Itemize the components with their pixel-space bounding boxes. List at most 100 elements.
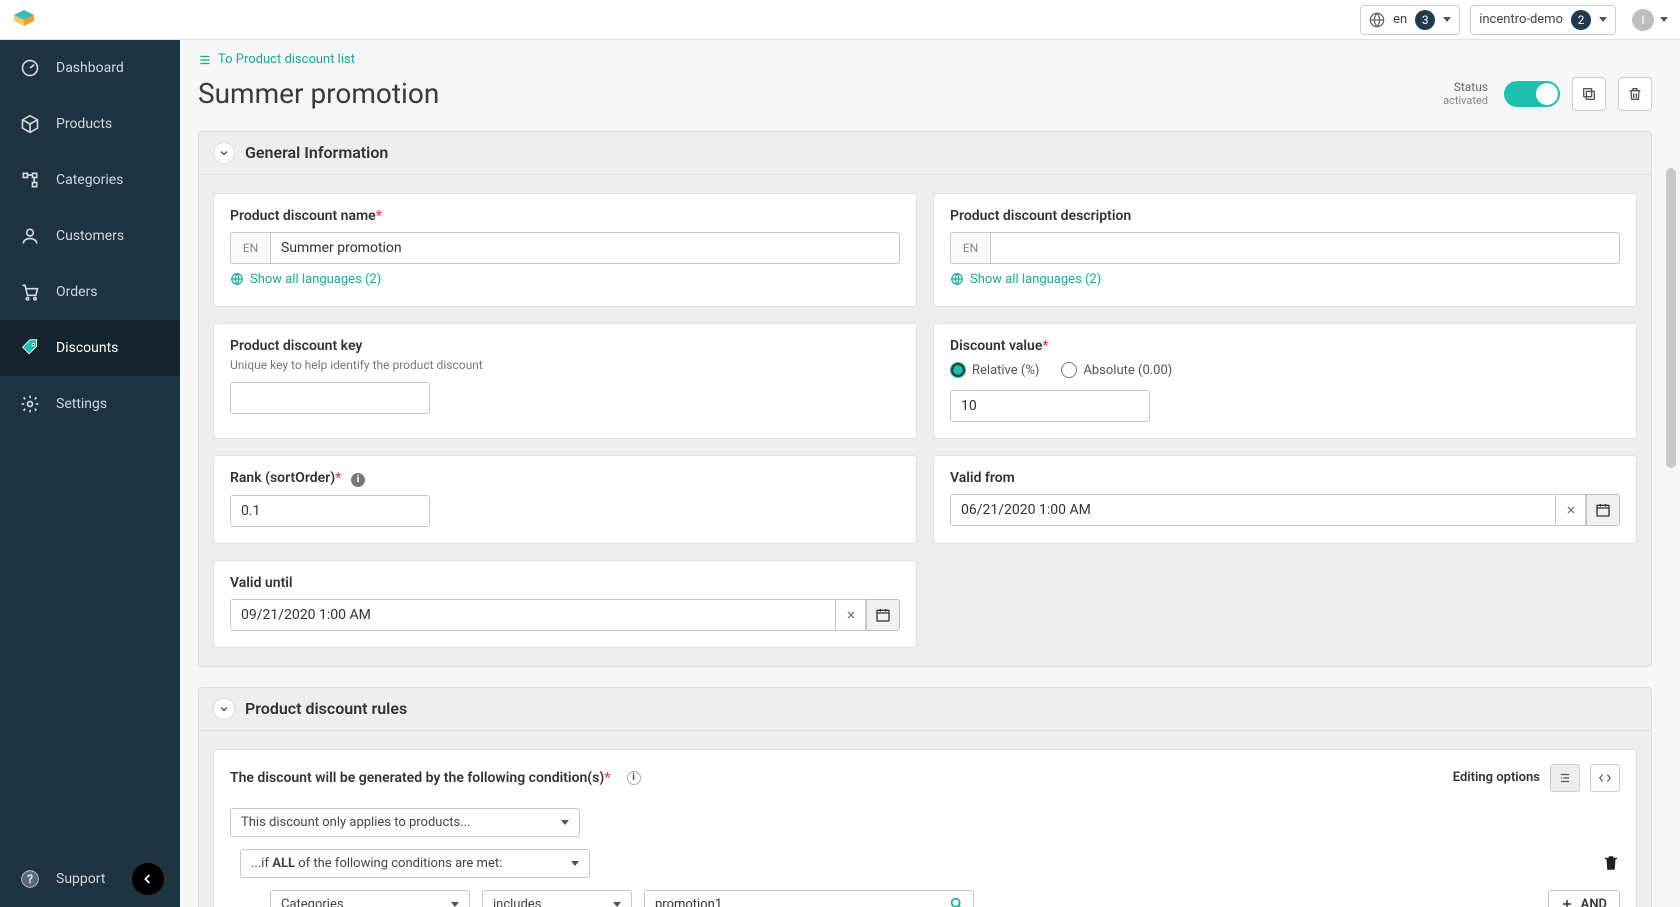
absolute-radio-input[interactable]: [1061, 362, 1077, 378]
question-icon: ?: [20, 869, 40, 889]
field-label: Discount value*: [950, 338, 1620, 354]
chevron-down-icon: [213, 142, 235, 164]
panel-header-general[interactable]: General Information: [199, 132, 1651, 175]
calendar-button[interactable]: [1586, 494, 1620, 526]
breadcrumb-back-link[interactable]: To Product discount list: [198, 52, 355, 67]
sidebar-label: Products: [56, 116, 112, 132]
field-label: Product discount name*: [230, 208, 900, 224]
radio-label: Absolute (0.00): [1083, 363, 1172, 378]
language-label: en: [1393, 12, 1407, 27]
editing-mode-code[interactable]: [1590, 764, 1620, 792]
discount-name-card: Product discount name* EN Show all langu…: [213, 193, 917, 308]
caret-down-icon: [1443, 17, 1451, 22]
sidebar-label: Discounts: [56, 340, 118, 356]
if-suffix: of the following conditions are met:: [295, 856, 502, 871]
relative-radio[interactable]: Relative (%): [950, 362, 1039, 378]
globe-icon: [1369, 12, 1385, 28]
info-icon[interactable]: i: [351, 473, 365, 487]
match-mode-select[interactable]: ...if ALL of the following conditions ar…: [240, 849, 590, 878]
discount-name-input[interactable]: [270, 232, 900, 264]
delete-button[interactable]: [1618, 77, 1652, 111]
rules-intro-label: The discount will be generated by the fo…: [230, 770, 604, 786]
scrollbar-thumb[interactable]: [1666, 168, 1676, 468]
rank-input[interactable]: [230, 495, 430, 527]
language-switcher[interactable]: en 3: [1360, 5, 1460, 35]
general-information-panel: General Information Product discount nam…: [198, 131, 1652, 667]
sidebar-item-products[interactable]: Products: [0, 96, 180, 152]
project-label: incentro-demo: [1479, 12, 1563, 27]
condition-operator-select[interactable]: includes: [482, 890, 632, 907]
add-and-condition-button[interactable]: AND: [1548, 890, 1620, 907]
show-all-languages-link[interactable]: Show all languages (2): [950, 272, 1101, 287]
caret-down-icon[interactable]: [1660, 17, 1668, 22]
applies-to-select[interactable]: This discount only applies to products..…: [230, 808, 580, 837]
svg-text:?: ?: [27, 872, 33, 886]
panel-header-rules[interactable]: Product discount rules: [199, 688, 1651, 731]
tag-icon: [20, 338, 40, 358]
discount-key-input[interactable]: [230, 382, 430, 414]
select-value: Categories: [281, 897, 344, 907]
condition-value-input[interactable]: [645, 891, 941, 907]
user-avatar[interactable]: I: [1632, 9, 1654, 31]
show-all-label: Show all languages (2): [250, 272, 381, 287]
info-icon[interactable]: i: [627, 771, 641, 785]
breadcrumb-label: To Product discount list: [218, 52, 355, 67]
cart-icon: [20, 282, 40, 302]
valid-from-input[interactable]: [950, 494, 1556, 526]
sidebar-item-dashboard[interactable]: Dashboard: [0, 40, 180, 96]
discount-description-input[interactable]: [990, 232, 1620, 264]
app-logo: [12, 8, 36, 32]
panel-title: Product discount rules: [245, 699, 407, 718]
tree-icon: [20, 170, 40, 190]
delete-condition-group-button[interactable]: [1602, 854, 1620, 872]
clear-date-button[interactable]: [836, 599, 866, 631]
discount-value-card: Discount value* Relative (%) Absolute (0…: [933, 323, 1637, 439]
select-value: This discount only applies to products..…: [241, 815, 471, 830]
duplicate-button[interactable]: [1572, 77, 1606, 111]
sidebar-item-discounts[interactable]: Discounts: [0, 320, 180, 376]
clear-date-button[interactable]: [1556, 494, 1586, 526]
absolute-radio[interactable]: Absolute (0.00): [1061, 362, 1172, 378]
sidebar-item-settings[interactable]: Settings: [0, 376, 180, 432]
sidebar-item-customers[interactable]: Customers: [0, 208, 180, 264]
status-value: activated: [1443, 94, 1488, 107]
project-switcher[interactable]: incentro-demo 2: [1470, 5, 1616, 35]
topbar: en 3 incentro-demo 2 I: [0, 0, 1680, 40]
editing-mode-visual[interactable]: [1550, 764, 1580, 792]
and-label: AND: [1581, 897, 1607, 907]
calendar-button[interactable]: [866, 599, 900, 631]
project-count-badge: 2: [1571, 10, 1591, 30]
discount-key-card: Product discount key Unique key to help …: [213, 323, 917, 439]
gear-icon: [20, 394, 40, 414]
select-value: ...if ALL of the following conditions ar…: [251, 856, 502, 871]
language-count-badge: 3: [1415, 10, 1435, 30]
valid-from-card: Valid from: [933, 455, 1637, 544]
sidebar-label: Orders: [56, 284, 98, 300]
cube-icon: [20, 114, 40, 134]
field-label: Valid until: [230, 575, 900, 591]
lang-prefix: EN: [950, 232, 990, 264]
discount-value-input[interactable]: [950, 390, 1150, 422]
rules-intro-text: The discount will be generated by the fo…: [230, 770, 611, 786]
discount-rules-panel: Product discount rules The discount will…: [198, 687, 1652, 907]
status-toggle[interactable]: [1504, 81, 1560, 107]
relative-radio-input[interactable]: [950, 362, 966, 378]
sidebar-item-categories[interactable]: Categories: [0, 152, 180, 208]
sidebar-item-orders[interactable]: Orders: [0, 264, 180, 320]
page-title: Summer promotion: [198, 77, 439, 110]
chevron-down-icon: [213, 698, 235, 720]
main-content: To Product discount list Summer promotio…: [180, 40, 1680, 907]
status-display: Status activated: [1443, 80, 1488, 108]
show-all-languages-link[interactable]: Show all languages (2): [230, 272, 381, 287]
caret-down-icon: [1599, 17, 1607, 22]
condition-field-select[interactable]: Categories: [270, 890, 470, 907]
field-label: Product discount description: [950, 208, 1620, 224]
search-icon[interactable]: [941, 896, 973, 907]
field-label: Rank (sortOrder)* i: [230, 470, 900, 487]
collapse-sidebar-button[interactable]: [132, 863, 164, 895]
field-label: Valid from: [950, 470, 1620, 486]
panel-title: General Information: [245, 143, 388, 162]
sidebar-label: Categories: [56, 172, 123, 188]
valid-until-input[interactable]: [230, 599, 836, 631]
editing-options-label: Editing options: [1453, 770, 1540, 785]
